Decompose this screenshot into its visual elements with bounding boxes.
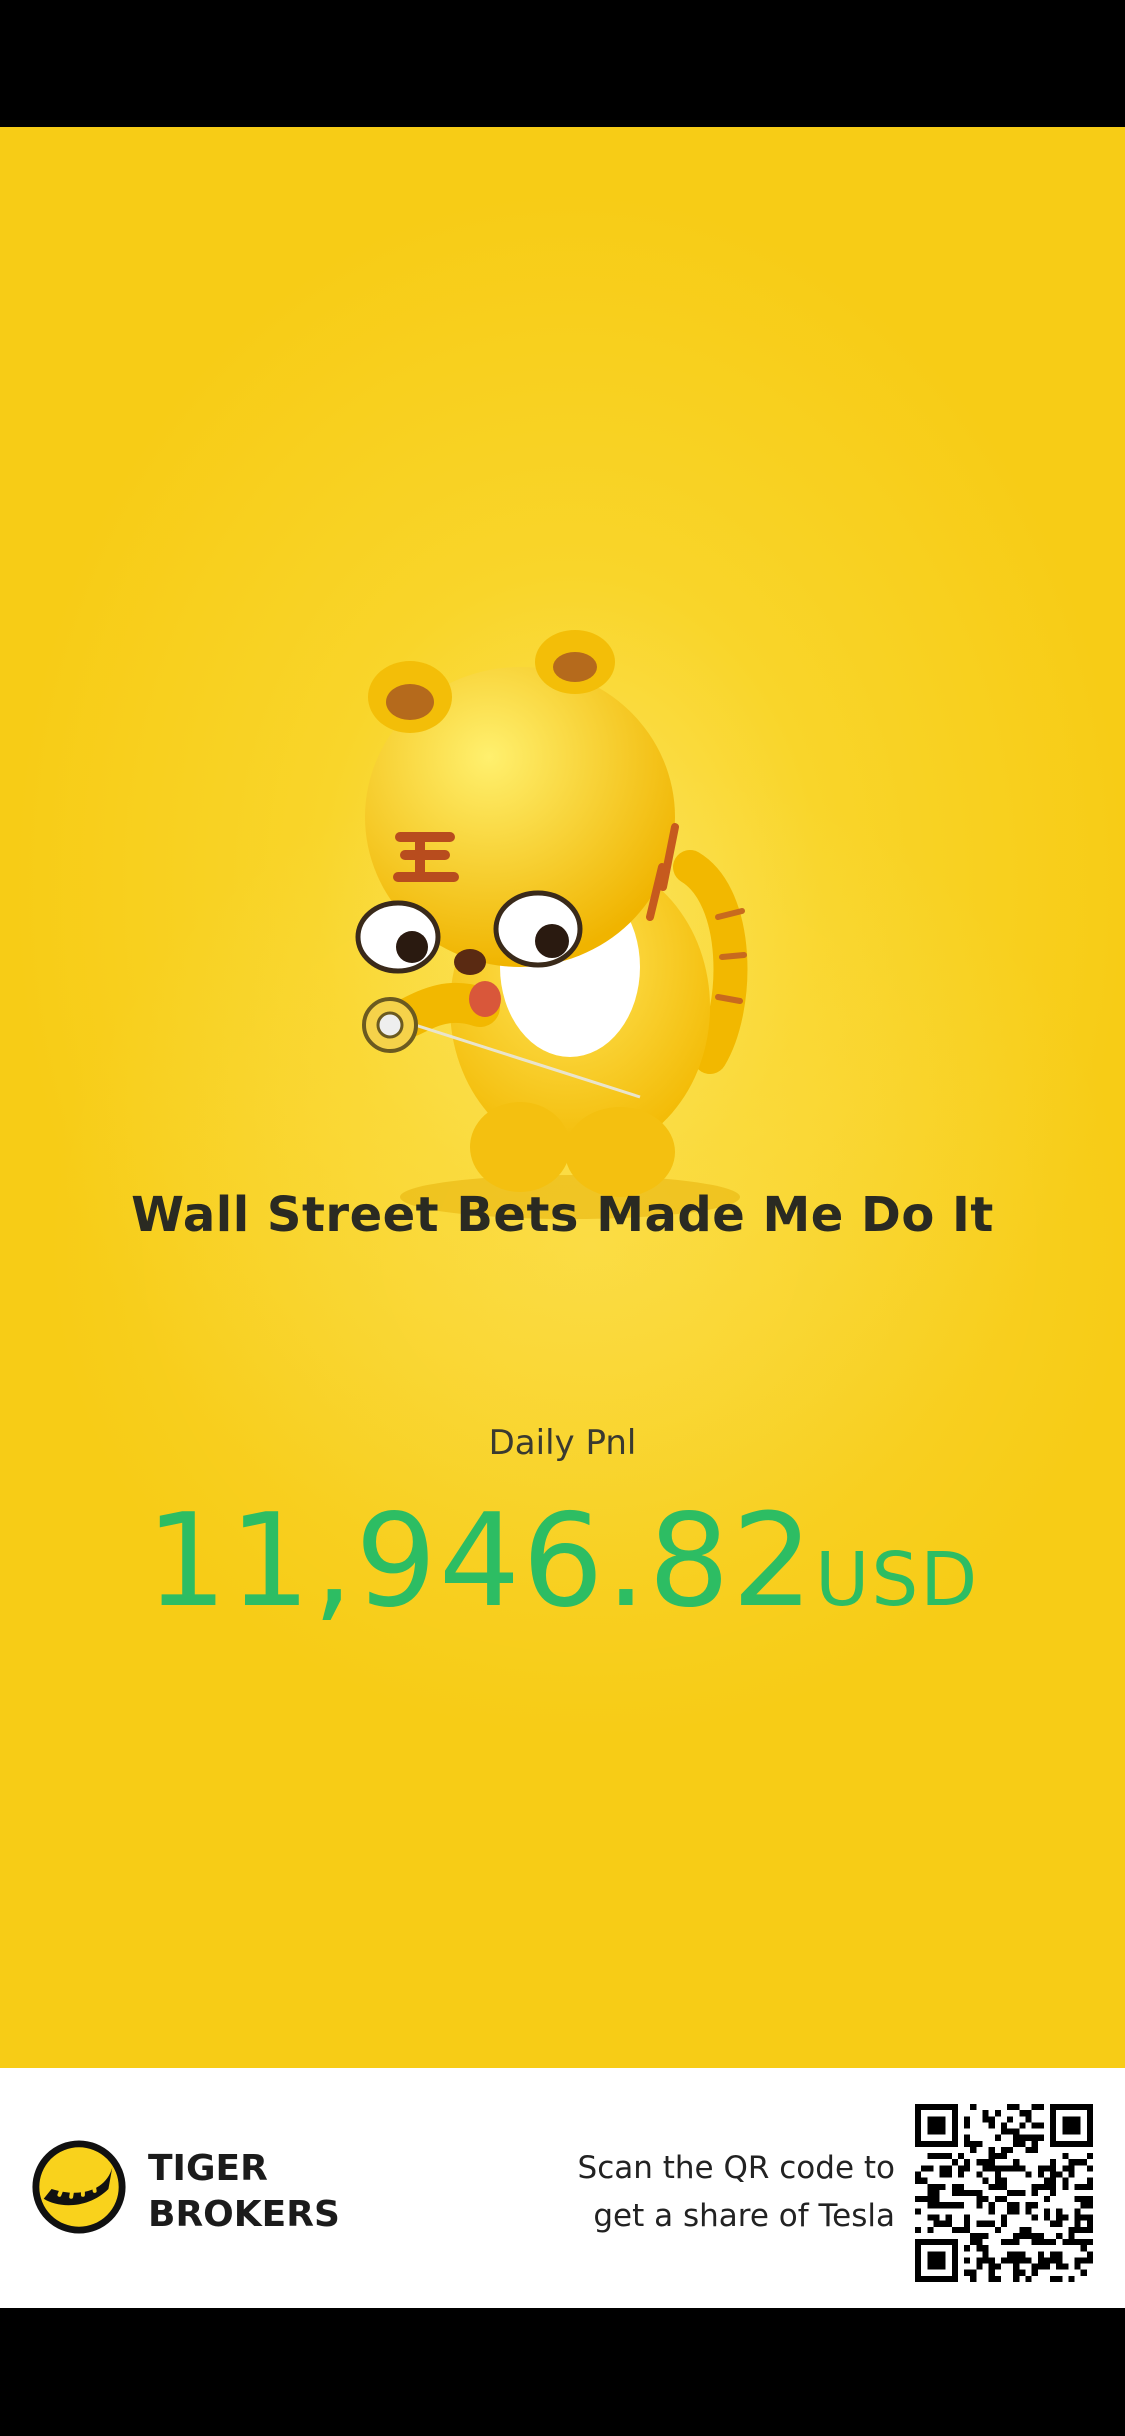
scan-line-2: get a share of Tesla bbox=[593, 2198, 895, 2234]
top-black-bar bbox=[0, 0, 1125, 127]
brand-line-2: BROKERS bbox=[148, 2194, 340, 2235]
bottom-black-bar bbox=[0, 2308, 1125, 2436]
brand-name: TIGER BROKERS bbox=[148, 2146, 340, 2238]
pnl-amount: 11,946.82 bbox=[145, 1487, 816, 1636]
pnl-label: Daily Pnl bbox=[488, 1423, 637, 1463]
pnl-currency: USD bbox=[815, 1537, 980, 1623]
scan-line-1: Scan the QR code to bbox=[577, 2150, 895, 2186]
tiger-mascot-illustration bbox=[355, 630, 748, 1219]
share-card: Wall Street Bets Made Me Do It Daily Pnl… bbox=[0, 127, 1125, 2068]
qr-code[interactable] bbox=[915, 2104, 1093, 2282]
headline: Wall Street Bets Made Me Do It bbox=[131, 1187, 994, 1243]
scan-instructions: Scan the QR code to get a share of Tesla bbox=[578, 2144, 895, 2240]
footer-bar: TIGER BROKERS Scan the QR code to get a … bbox=[0, 2068, 1125, 2308]
tiger-logo-icon bbox=[32, 2140, 126, 2234]
brand-line-1: TIGER bbox=[148, 2148, 268, 2189]
pnl-value: 11,946.82USD bbox=[0, 1487, 1125, 1636]
